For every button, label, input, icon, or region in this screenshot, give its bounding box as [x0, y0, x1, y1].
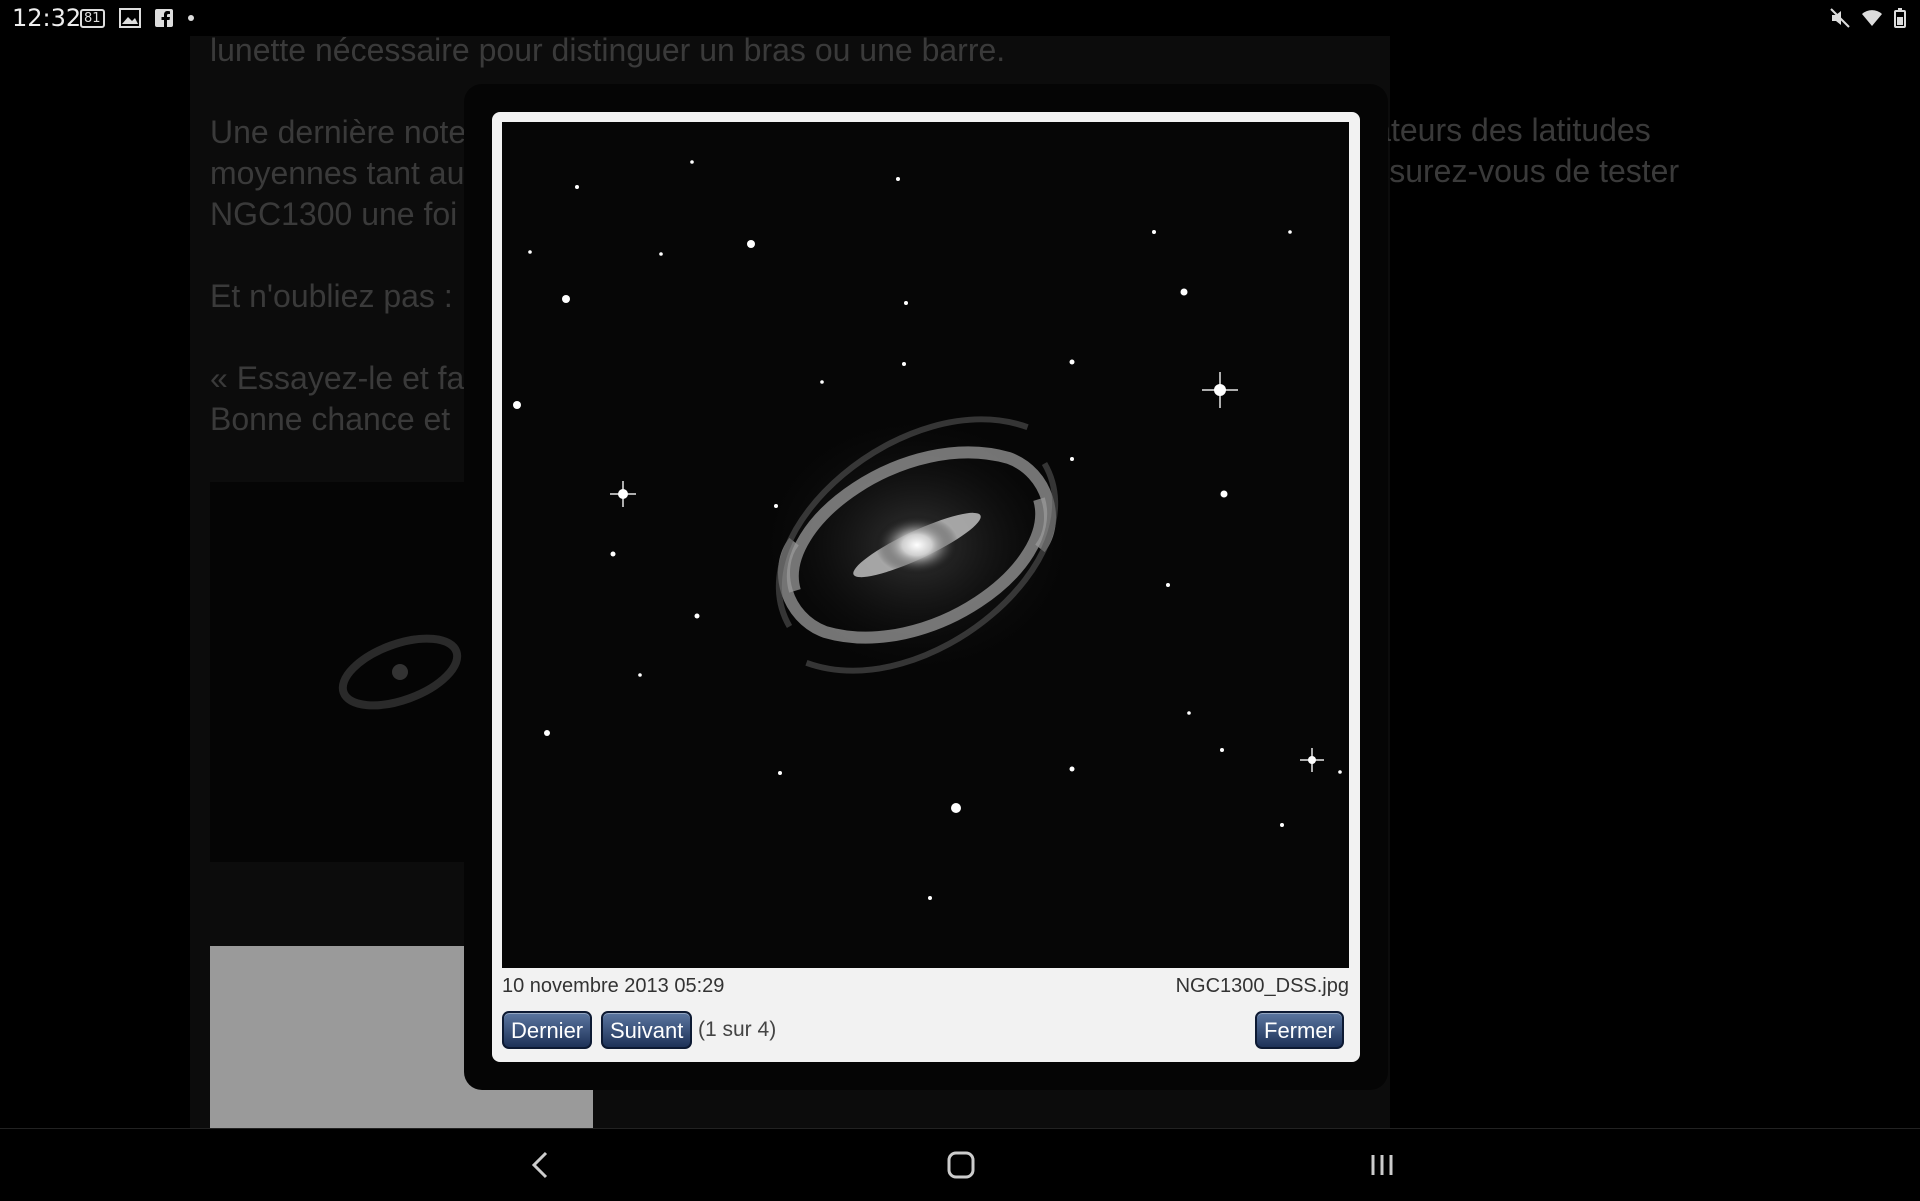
article-line: NGC1300 une foi	[210, 196, 458, 232]
battery-icon	[1894, 8, 1906, 28]
image-counter: (1 sur 4)	[698, 1018, 777, 1041]
status-bar: 12:32 81	[0, 0, 1920, 36]
next-button[interactable]: Suivant	[601, 1011, 693, 1049]
photo-filename: NGC1300_DSS.jpg	[1175, 975, 1349, 997]
navigation-bar	[0, 1128, 1920, 1201]
dot-icon	[187, 15, 194, 21]
article-line: moyennes tant au	[210, 155, 465, 191]
home-icon[interactable]	[946, 1147, 976, 1183]
previous-button[interactable]: Dernier	[502, 1011, 593, 1049]
article-line: lunette nécessaire pour distinguer un br…	[210, 36, 1006, 68]
notification-badge: 81	[80, 8, 105, 28]
recents-icon[interactable]	[1367, 1147, 1397, 1183]
article-line: Une dernière note	[210, 114, 467, 150]
status-time: 12:32	[12, 4, 82, 32]
article-line: Bonne chance et	[210, 401, 451, 437]
photo-date: 10 novembre 2013 05:29	[502, 975, 725, 997]
article-line: « Essayez-le et fa	[210, 360, 465, 396]
facebook-icon	[154, 9, 173, 27]
wifi-icon	[1862, 10, 1882, 26]
mute-icon	[1830, 8, 1850, 28]
article-line: Et n'oubliez pas :	[210, 278, 453, 314]
galaxy-photo[interactable]	[502, 122, 1349, 968]
gallery-icon	[118, 8, 141, 28]
close-button[interactable]: Fermer	[1255, 1011, 1344, 1049]
back-icon[interactable]	[528, 1147, 552, 1183]
